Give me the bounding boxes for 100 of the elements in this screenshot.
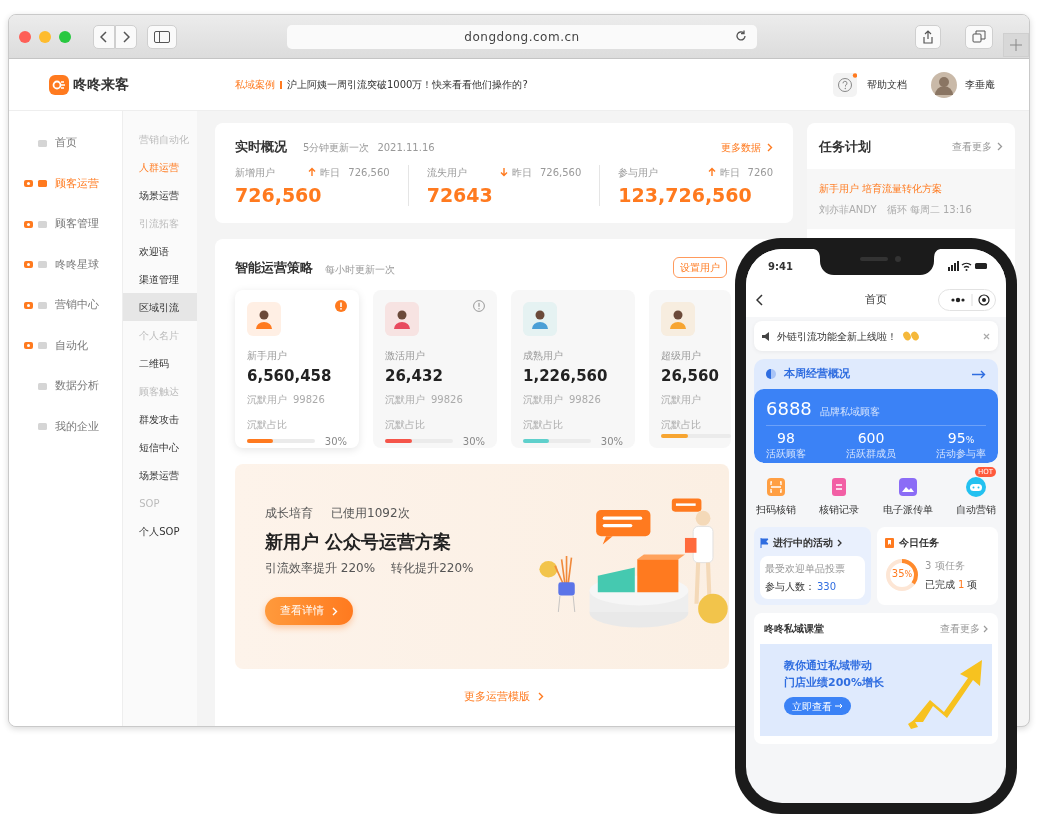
user-card[interactable]: 成熟用户 1,226,560 沉默用户 99826 沉默占比 30% — [511, 290, 635, 448]
nav-item[interactable]: 数据分析 — [9, 366, 123, 407]
subnav-item[interactable]: 短信中心 — [123, 433, 197, 461]
nav-item[interactable]: 顾客管理 — [9, 204, 123, 245]
avatar-icon — [931, 71, 957, 98]
unit-text: % — [904, 570, 913, 579]
address-bar[interactable]: dongdong.com.cn — [287, 24, 757, 49]
user-type: 激活用户 — [385, 349, 426, 363]
person-icon — [385, 302, 419, 336]
course-headline: 门店业绩200%增长 — [784, 674, 884, 691]
nav-icon — [37, 218, 48, 230]
stat-label: 活动参与率 — [936, 447, 986, 461]
nav-icon — [37, 259, 48, 271]
stat-label: 新增用户 — [235, 165, 275, 180]
user-count: 26,560 — [661, 366, 720, 387]
accent-icon — [23, 340, 34, 352]
accent-icon — [23, 299, 34, 311]
capsule-menu-icon[interactable] — [938, 289, 996, 311]
stat-value: 123,726,560 — [618, 183, 753, 207]
quick-action[interactable]: 核销记录 — [819, 467, 860, 517]
chevron-right-icon — [837, 538, 842, 547]
quick-action[interactable]: 电子派传单 — [882, 467, 933, 517]
yesterday-value: 726,560 — [540, 165, 582, 180]
quick-action[interactable]: 扫码核销 — [756, 467, 796, 517]
nav-item[interactable]: 首页 — [9, 123, 123, 164]
window-control-icon[interactable] — [39, 30, 51, 43]
person-icon — [247, 302, 281, 336]
back-icon[interactable] — [756, 294, 764, 306]
progress-ring — [885, 558, 919, 592]
tabs-button[interactable] — [965, 24, 993, 49]
plus-icon — [1010, 38, 1022, 51]
yesterday-label: 昨日 — [512, 165, 532, 180]
date-text: 2021.11.16 — [377, 141, 435, 155]
nav-item[interactable]: 我的企业 — [9, 406, 123, 447]
help-button[interactable]: 帮助文档 — [827, 71, 913, 98]
back-button[interactable] — [93, 24, 115, 49]
nav-item[interactable]: 营销中心 — [9, 285, 123, 326]
card-title: 智能运营策略 — [235, 258, 313, 277]
scan-icon — [764, 475, 788, 499]
user-card[interactable]: 新手用户 6,560,458 沉默用户 99826 沉默占比 30% — [235, 290, 359, 448]
nav-item[interactable]: 咚咚星球 — [9, 244, 123, 285]
close-icon[interactable] — [983, 332, 990, 340]
overview-title: 本周经营概况 — [784, 365, 850, 382]
done-count: 1 — [958, 578, 965, 592]
task-owner: 刘亦菲ANDY — [819, 202, 877, 217]
nav-icon — [37, 380, 48, 392]
subnav-item[interactable]: 场景运营 — [123, 181, 197, 209]
bookmark-icon — [885, 537, 894, 548]
user-type: 新手用户 — [247, 349, 288, 363]
separator-icon — [280, 80, 282, 89]
ratio-value: 30% — [324, 434, 347, 449]
logo-icon — [49, 74, 69, 95]
window-control-icon[interactable] — [59, 30, 71, 43]
silent-label: 沉默用户 — [661, 392, 701, 407]
window-control-icon[interactable] — [19, 30, 31, 43]
accent-icon — [23, 218, 34, 230]
yesterday-value: 7260 — [747, 165, 773, 180]
user-name: 李垂庵 — [965, 78, 995, 92]
card-title[interactable]: 进行中的活动 — [773, 535, 833, 550]
half-circle-icon — [766, 369, 776, 379]
nav-icon — [37, 137, 48, 149]
subnav-item[interactable]: 群发攻击 — [123, 405, 197, 433]
stat-value: 726,560 — [235, 183, 323, 207]
user-card[interactable]: 激活用户 26,432 沉默用户 99826 沉默占比 30% — [373, 290, 497, 448]
subnav-item[interactable]: 渠道管理 — [123, 265, 197, 293]
card-title: 实时概况 — [235, 138, 287, 156]
subnav-item[interactable]: 个人SOP — [123, 517, 197, 545]
subnav-item[interactable]: 二维码 — [123, 349, 197, 377]
notice-tag: 私域案例 — [235, 77, 275, 92]
silent-label: 沉默用户 — [385, 392, 425, 407]
chevron-right-icon — [122, 30, 130, 43]
silent-label: 沉默用户 — [523, 392, 563, 407]
stat-value: 98 — [776, 429, 796, 448]
user-count: 6,560,458 — [247, 366, 333, 387]
watch-now-button[interactable]: 立即查看 — [784, 697, 851, 715]
subnav-item[interactable]: 区域引流 — [123, 293, 197, 321]
forward-button[interactable] — [115, 24, 137, 49]
nav-icon — [37, 299, 48, 311]
tabs-icon — [972, 30, 986, 43]
nav-item[interactable]: 自动化 — [9, 325, 123, 366]
user-card[interactable]: 超级用户 26,560 沉默用户 沉默占比 — [649, 290, 731, 448]
course-banner[interactable]: 教你通过私域带动 门店业绩200%增长 立即查看 — [760, 644, 992, 736]
sidebar-toggle-button[interactable] — [147, 24, 177, 49]
overview-card[interactable]: 本周经营概况 6888 品牌私域顾客 98 活跃顾客 600 活跃群成员 95% 活动参与率 — [754, 359, 998, 463]
chevron-right-icon — [332, 606, 338, 616]
subnav-item[interactable]: 欢迎语 — [123, 237, 197, 265]
plan-tag: 成长培育 — [265, 504, 313, 522]
silent-count: 99826 — [431, 392, 463, 407]
share-button[interactable] — [915, 24, 941, 49]
chevron-right-icon — [538, 692, 544, 702]
new-tab-button[interactable] — [1003, 32, 1029, 57]
user-type: 成熟用户 — [523, 349, 564, 363]
silent-label: 沉默用户 — [247, 392, 287, 407]
user-type: 超级用户 — [661, 349, 702, 363]
subnav-item[interactable]: 场景运营 — [123, 461, 197, 489]
nav-icon — [37, 340, 48, 352]
ratio-value: 30% — [462, 434, 485, 449]
user-count: 1,226,560 — [523, 366, 609, 387]
task-total: 3 项任务 — [925, 559, 966, 573]
notice-text[interactable]: 沪上阿姨一周引流突破1000万！快来看看他们操作的? — [287, 77, 528, 92]
